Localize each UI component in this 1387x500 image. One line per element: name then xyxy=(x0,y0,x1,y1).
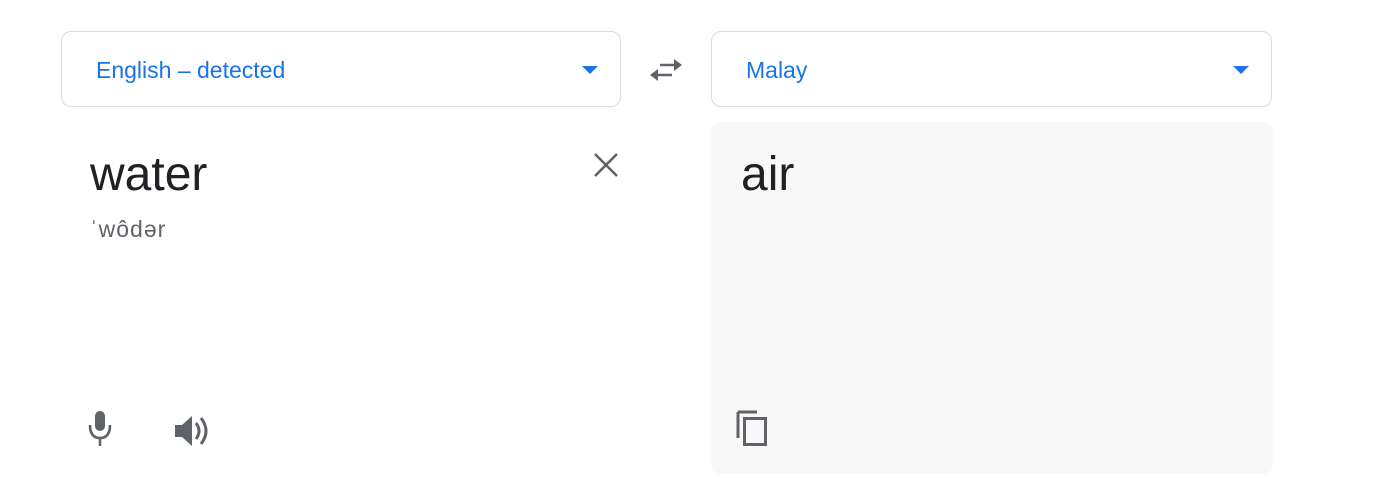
microphone-icon xyxy=(88,411,112,446)
source-phonetic: ˈwôdər xyxy=(90,216,167,242)
translation-output-area: air xyxy=(711,122,1273,474)
speaker-icon xyxy=(175,416,208,446)
target-language-selector[interactable]: Malay xyxy=(711,31,1272,107)
copy-icon xyxy=(736,410,767,446)
copy-translation-button[interactable] xyxy=(735,408,771,448)
target-language-label: Malay xyxy=(746,57,808,83)
translated-text: air xyxy=(741,148,795,201)
clear-text-button[interactable] xyxy=(591,150,621,180)
source-text-area[interactable]: water ˈwôdər xyxy=(61,122,621,474)
chevron-down-icon xyxy=(1233,66,1249,74)
chevron-down-icon xyxy=(582,66,598,74)
source-text[interactable]: water xyxy=(90,146,207,204)
source-language-label: English – detected xyxy=(96,57,286,83)
listen-button[interactable] xyxy=(173,414,213,448)
voice-input-button[interactable] xyxy=(85,409,115,449)
translate-widget: English – detected Malay water ˈwôdər ai… xyxy=(0,0,1387,500)
swap-languages-button[interactable] xyxy=(646,53,686,87)
swap-arrows-icon xyxy=(650,59,682,81)
close-icon xyxy=(594,153,618,177)
source-language-selector[interactable]: English – detected xyxy=(61,31,621,107)
